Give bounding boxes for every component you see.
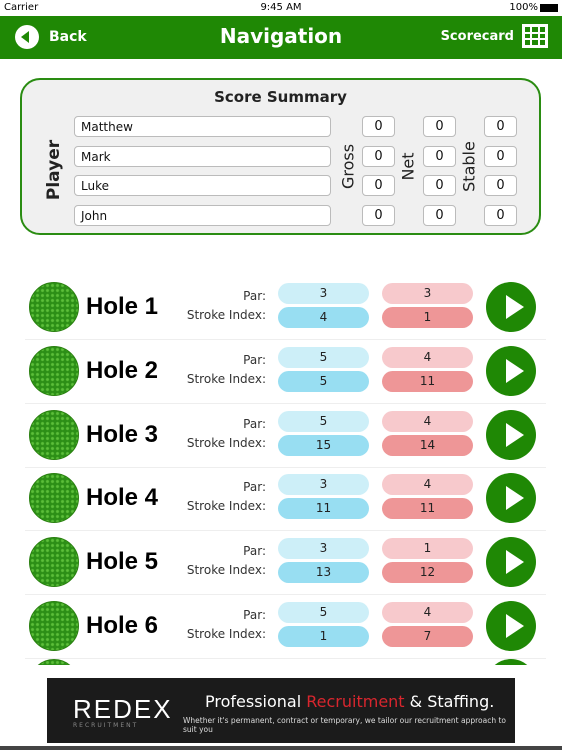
par-blue: 3 [278, 474, 369, 496]
net-score: 0 [423, 145, 456, 167]
net-score: 0 [423, 204, 456, 226]
stable-label: Stable [459, 141, 479, 192]
gross-score: 0 [362, 116, 395, 137]
hole-name: Hole 6 [86, 612, 159, 639]
hole-row[interactable]: Hole 4 Par: Stroke Index: 3 11 4 11 [25, 467, 546, 532]
score-summary: Score Summary Player Gross Net Stable Ma… [20, 78, 541, 235]
golf-ball-icon [29, 537, 79, 588]
ad-banner[interactable]: REDEX RECRUITMENT Professional Recruitme… [47, 678, 515, 743]
par-label: Par: [243, 480, 266, 495]
hole-row[interactable]: Hole 5 Par: Stroke Index: 3 13 1 12 [25, 531, 546, 596]
par-red: 4 [382, 602, 473, 623]
hole-name: Hole 2 [86, 356, 159, 384]
hole-row[interactable]: Hole 3 Par: Stroke Index: 5 15 4 14 [25, 404, 546, 468]
par-red: 4 [382, 474, 473, 496]
net-label: Net [398, 152, 418, 181]
ad-tagline: Whether it's permanent, contract or temp… [183, 716, 506, 734]
stroke-index-label: Stroke Index: [186, 435, 266, 450]
stroke-index-red: 14 [382, 434, 473, 456]
summary-title: Score Summary [214, 88, 347, 106]
bottom-edge [0, 746, 562, 750]
par-label: Par: [243, 608, 266, 622]
stroke-index-red: 11 [382, 370, 473, 392]
player-label: Player [44, 139, 64, 201]
par-blue: 3 [278, 283, 369, 304]
gross-score: 0 [362, 145, 395, 167]
par-red: 4 [382, 410, 473, 432]
net-score: 0 [423, 175, 456, 196]
stable-score: 0 [484, 116, 517, 137]
hole-row[interactable]: Hole 6 Par: Stroke Index: 5 1 4 7 [25, 595, 546, 659]
play-hole-button[interactable] [486, 473, 536, 524]
hole-row-partial [25, 658, 546, 665]
hole-row[interactable]: Hole 2 Par: Stroke Index: 5 5 4 11 [25, 340, 546, 404]
ad-headline: Professional Recruitment & Staffing. [205, 692, 495, 711]
stroke-index-label: Stroke Index: [186, 371, 266, 386]
par-red: 1 [382, 538, 473, 560]
hole-name: Hole 3 [86, 420, 159, 448]
par-red: 3 [382, 283, 473, 304]
stroke-index-blue: 13 [278, 562, 369, 584]
stable-score: 0 [484, 145, 517, 167]
par-label: Par: [243, 544, 266, 559]
play-hole-button[interactable] [486, 601, 536, 651]
stroke-index-label: Stroke Index: [186, 563, 266, 578]
stroke-index-red: 11 [382, 498, 473, 520]
par-label: Par: [243, 289, 266, 303]
battery-level: 100% [509, 2, 538, 13]
scorecard-button[interactable]: Scorecard [441, 24, 548, 48]
par-label: Par: [243, 416, 266, 431]
stroke-index-red: 12 [382, 562, 473, 584]
stroke-index-blue: 11 [278, 498, 369, 520]
par-blue: 5 [278, 410, 369, 432]
play-hole-button[interactable] [486, 537, 536, 588]
play-hole-button[interactable] [486, 282, 536, 332]
par-blue: 5 [278, 602, 369, 623]
par-blue: 5 [278, 346, 369, 368]
grid-icon [522, 24, 548, 48]
player-name-input[interactable]: Mark [74, 145, 331, 167]
net-score: 0 [423, 116, 456, 137]
gross-label: Gross [338, 143, 358, 190]
stroke-index-label: Stroke Index: [186, 499, 266, 514]
gross-score: 0 [362, 175, 395, 196]
stroke-index-red: 1 [382, 307, 473, 328]
scorecard-label: Scorecard [440, 28, 514, 44]
player-name-input[interactable]: Luke [74, 175, 331, 196]
par-red: 4 [382, 346, 473, 368]
gross-score: 0 [362, 204, 395, 226]
stable-score: 0 [484, 175, 517, 196]
stroke-index-blue: 15 [278, 434, 369, 456]
status-bar: Carrier 9:45 AM 100% [0, 0, 562, 16]
player-name-input[interactable]: John [74, 204, 331, 226]
ad-logo-sub: RECRUITMENT [73, 722, 139, 729]
stroke-index-label: Stroke Index: [186, 308, 266, 322]
golf-ball-icon [29, 409, 79, 460]
play-hole-button[interactable] [486, 409, 536, 460]
par-blue: 3 [278, 538, 369, 560]
ad-logo: REDEX [73, 694, 173, 724]
stroke-index-red: 7 [382, 626, 473, 647]
par-label: Par: [243, 352, 266, 367]
battery-icon [540, 4, 558, 12]
time: 9:45 AM [260, 2, 302, 13]
golf-ball-icon [29, 345, 79, 396]
stroke-index-label: Stroke Index: [186, 627, 266, 641]
player-name-input[interactable]: Matthew [74, 116, 331, 137]
stable-score: 0 [484, 204, 517, 226]
play-hole-button[interactable] [486, 345, 536, 396]
hole-name: Hole 1 [86, 293, 159, 320]
golf-ball-icon [29, 601, 79, 651]
stroke-index-blue: 4 [278, 307, 369, 328]
stroke-index-blue: 5 [278, 370, 369, 392]
hole-name: Hole 5 [86, 548, 159, 576]
hole-row[interactable]: Hole 1 Par: Stroke Index: 3 4 3 1 [25, 276, 546, 340]
golf-ball-icon [29, 282, 79, 332]
stroke-index-blue: 1 [278, 626, 369, 647]
hole-name: Hole 4 [86, 484, 159, 512]
golf-ball-icon [29, 473, 79, 524]
nav-bar: Back Navigation Scorecard [0, 16, 562, 59]
